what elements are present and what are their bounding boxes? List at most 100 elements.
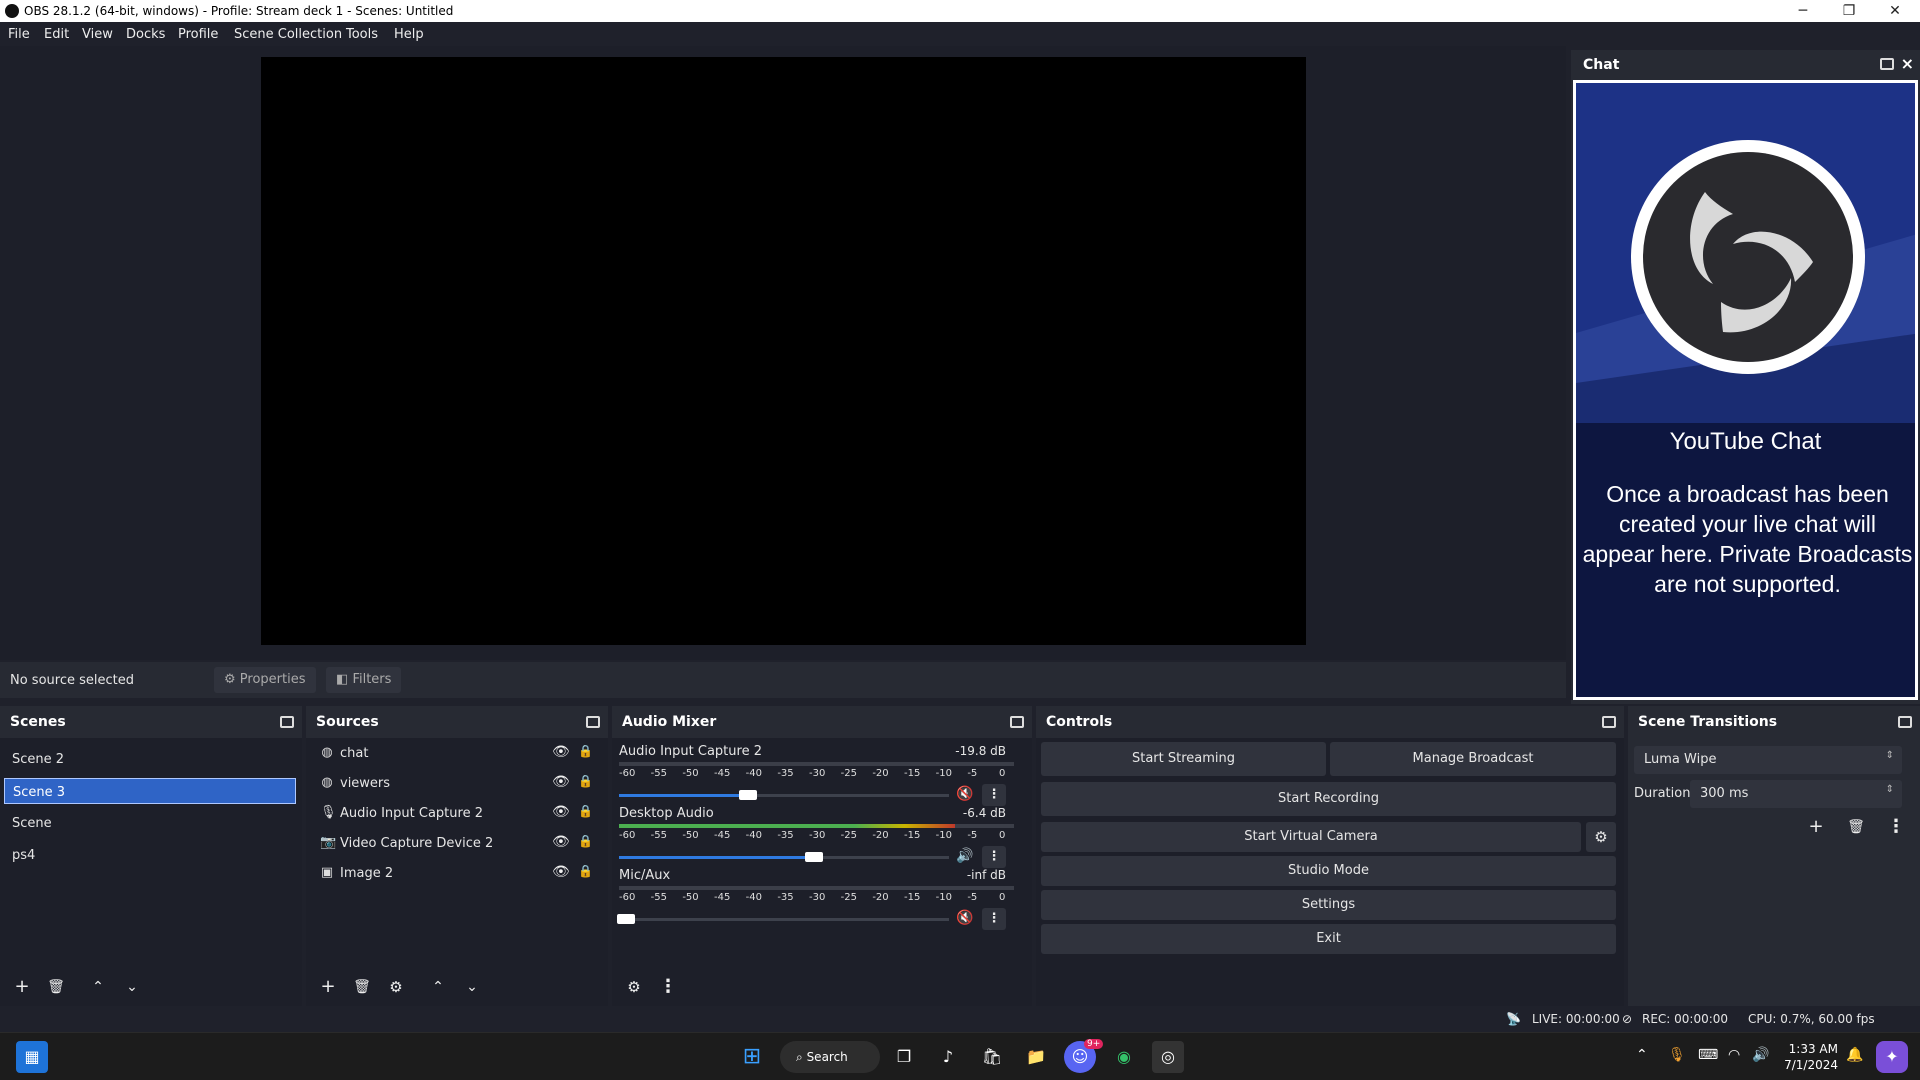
volume-icon[interactable]: 🔊 <box>1752 1047 1769 1063</box>
add-source-icon[interactable]: + <box>314 974 342 1000</box>
minimize-button[interactable]: ─ <box>1780 0 1826 22</box>
task-view-icon[interactable]: ❐ <box>888 1041 920 1073</box>
properties-button[interactable]: ⚙ Properties <box>214 667 316 693</box>
menu-tools[interactable]: Tools <box>346 27 378 42</box>
channel-db: -19.8 dB <box>955 744 1006 758</box>
transition-select[interactable]: Luma Wipe ⇕ <box>1634 746 1902 774</box>
mixer-menu-icon[interactable]: ⋮ <box>654 974 682 1000</box>
studio-mode-button[interactable]: Studio Mode <box>1041 856 1616 886</box>
float-dock-icon[interactable] <box>1602 716 1616 728</box>
settings-button[interactable]: Settings <box>1041 890 1616 920</box>
store-icon[interactable]: 🛍 <box>976 1041 1008 1073</box>
keyboard-icon[interactable]: ⌨ <box>1698 1047 1718 1063</box>
scene-item-selected[interactable]: Scene 3 <box>4 778 296 804</box>
chevron-up-icon[interactable]: ⌃ <box>1636 1047 1648 1063</box>
float-dock-icon[interactable] <box>280 716 294 728</box>
edge-icon[interactable]: ◉ <box>1108 1041 1140 1073</box>
channel-menu-icon[interactable]: ⋮ <box>982 846 1006 868</box>
float-dock-icon[interactable] <box>1010 716 1024 728</box>
volume-handle[interactable] <box>804 852 823 862</box>
microphone-icon[interactable]: 🎙 <box>1668 1047 1686 1063</box>
lock-icon[interactable]: 🔒 <box>578 744 593 758</box>
duration-spinbox[interactable]: 300 ms ⇕ <box>1690 780 1902 808</box>
muted-speaker-icon[interactable]: 🔇 <box>956 786 973 802</box>
menu-file[interactable]: File <box>8 27 30 42</box>
close-dock-icon[interactable]: × <box>1901 54 1914 73</box>
start-virtual-camera-button[interactable]: Start Virtual Camera <box>1041 822 1581 852</box>
menu-help[interactable]: Help <box>394 27 424 42</box>
wifi-icon[interactable]: ◠ <box>1728 1047 1740 1063</box>
channel-menu-icon[interactable]: ⋮ <box>982 784 1006 806</box>
add-transition-icon[interactable]: + <box>1802 814 1830 840</box>
scale-tick-label: -10 <box>935 892 952 903</box>
windows-start-icon[interactable]: ⊞ <box>736 1041 768 1073</box>
scene-item[interactable]: Scene 2 <box>4 746 296 772</box>
lock-icon[interactable]: 🔒 <box>578 864 593 878</box>
muted-speaker-icon[interactable]: 🔇 <box>956 910 973 926</box>
taskbar-search-button[interactable]: ⌕ Search <box>780 1041 880 1073</box>
filters-button[interactable]: ◧ Filters <box>326 667 402 693</box>
menu-scene-collection[interactable]: Scene Collection <box>234 27 342 42</box>
source-row[interactable]: ▣ Image 2 👁 🔒 <box>306 858 606 888</box>
eye-icon[interactable]: 👁 <box>552 774 570 790</box>
volume-handle[interactable] <box>616 914 635 924</box>
eye-icon[interactable]: 👁 <box>552 834 570 850</box>
exit-button[interactable]: Exit <box>1041 924 1616 954</box>
remove-transition-icon[interactable]: 🗑 <box>1842 814 1870 840</box>
duration-label: Duration <box>1634 786 1691 801</box>
scale-tick-label: -25 <box>840 892 857 903</box>
source-row[interactable]: 🎙 Audio Input Capture 2 👁 🔒 <box>306 798 606 828</box>
move-up-icon[interactable]: ⌃ <box>424 974 452 1000</box>
file-explorer-icon[interactable]: 📁 <box>1020 1041 1052 1073</box>
move-down-icon[interactable]: ⌄ <box>118 974 146 1000</box>
source-row[interactable]: 📷 Video Capture Device 2 👁 🔒 <box>306 828 606 858</box>
source-properties-gear-icon[interactable]: ⚙ <box>382 974 410 1000</box>
float-dock-icon[interactable] <box>1898 716 1912 728</box>
maximize-button[interactable]: ❐ <box>1826 0 1872 22</box>
globe-icon: ◍ <box>321 775 333 790</box>
float-dock-icon[interactable] <box>1880 58 1894 70</box>
gear-icon: ⚙ <box>224 672 236 687</box>
stepper-arrows-icon[interactable]: ⇕ <box>1886 784 1894 795</box>
speaker-icon[interactable]: 🔊 <box>956 848 973 864</box>
start-streaming-button[interactable]: Start Streaming <box>1041 742 1326 776</box>
menu-edit[interactable]: Edit <box>44 27 69 42</box>
float-dock-icon[interactable] <box>586 716 600 728</box>
volume-handle[interactable] <box>738 790 757 800</box>
channel-menu-icon[interactable]: ⋮ <box>982 908 1006 930</box>
start-recording-button[interactable]: Start Recording <box>1041 782 1616 816</box>
copilot-icon[interactable]: ✦ <box>1876 1041 1908 1073</box>
advanced-audio-gear-icon[interactable]: ⚙ <box>620 974 648 1000</box>
obs-taskbar-icon[interactable]: ◎ <box>1152 1041 1184 1073</box>
close-button[interactable]: ✕ <box>1872 0 1918 22</box>
manage-broadcast-button[interactable]: Manage Broadcast <box>1330 742 1616 776</box>
move-down-icon[interactable]: ⌄ <box>458 974 486 1000</box>
source-row[interactable]: ◍ viewers 👁 🔒 <box>306 768 606 798</box>
widgets-icon[interactable]: ▦ <box>16 1041 48 1073</box>
menu-view[interactable]: View <box>82 27 113 42</box>
lock-icon[interactable]: 🔒 <box>578 774 593 788</box>
eye-icon[interactable]: 👁 <box>552 804 570 820</box>
scene-item[interactable]: ps4 <box>4 842 296 868</box>
transition-menu-icon[interactable]: ⋮ <box>1882 814 1910 840</box>
lock-icon[interactable]: 🔒 <box>578 804 593 818</box>
volume-slider[interactable] <box>619 852 949 862</box>
source-row[interactable]: ◍ chat 👁 🔒 <box>306 738 606 768</box>
lock-icon[interactable]: 🔒 <box>578 834 593 848</box>
move-up-icon[interactable]: ⌃ <box>84 974 112 1000</box>
volume-slider[interactable] <box>616 914 949 924</box>
notification-bell-icon[interactable]: 🔔 <box>1846 1047 1863 1063</box>
clock[interactable]: 1:33 AM 7/1/2024 <box>1778 1041 1838 1073</box>
remove-scene-icon[interactable]: 🗑 <box>42 974 70 1000</box>
preview-canvas[interactable] <box>261 57 1306 645</box>
add-scene-icon[interactable]: + <box>8 974 36 1000</box>
tiktok-icon[interactable]: ♪ <box>932 1041 964 1073</box>
remove-source-icon[interactable]: 🗑 <box>348 974 376 1000</box>
menu-docks[interactable]: Docks <box>126 27 165 42</box>
virtual-camera-gear-icon[interactable]: ⚙ <box>1586 822 1616 852</box>
menu-profile[interactable]: Profile <box>178 27 218 42</box>
volume-slider[interactable] <box>619 790 949 800</box>
eye-icon[interactable]: 👁 <box>552 744 570 760</box>
eye-icon[interactable]: 👁 <box>552 864 570 880</box>
scene-item[interactable]: Scene <box>4 810 296 836</box>
